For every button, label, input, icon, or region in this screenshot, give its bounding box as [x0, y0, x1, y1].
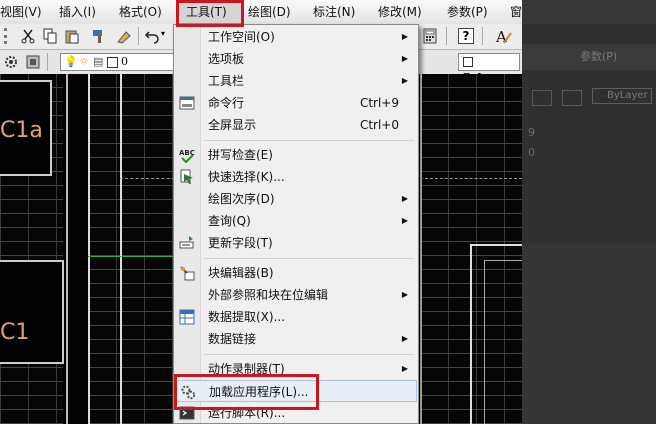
undo-dropdown-icon[interactable]: ▾: [161, 29, 165, 38]
submenu-arrow-icon: ▶: [401, 32, 408, 41]
menu-insert[interactable]: 插入(I): [59, 0, 96, 24]
menu-item-draw-order[interactable]: 绘图次序(D) ▶: [175, 188, 417, 210]
window-c1-outline: [0, 260, 64, 364]
green-line: [88, 256, 183, 257]
menu-dimension[interactable]: 标注(N): [313, 0, 355, 24]
spell-check-icon: ABC: [179, 147, 195, 164]
menu-item-action-recorder[interactable]: 动作录制器(T) ▶: [175, 358, 417, 380]
menu-item-workspace[interactable]: 工作空间(O) ▶: [175, 26, 417, 48]
color-combo[interactable]: ByLayer: [458, 53, 520, 84]
window-label-c1a: C1a: [0, 118, 43, 143]
panel-bottom: [522, 244, 656, 424]
submenu-arrow-icon: ▶: [401, 290, 408, 299]
command-line-icon: [179, 95, 195, 111]
wall-line: [120, 74, 122, 424]
window-label-c1: C1: [0, 320, 30, 345]
calculator-icon[interactable]: [422, 28, 438, 44]
menu-item-inquiry[interactable]: 查询(Q) ▶: [175, 210, 417, 232]
copy-icon[interactable]: [42, 28, 58, 44]
menu-item-update-fields[interactable]: 更新字段(T): [175, 232, 417, 254]
wall-line: [420, 74, 422, 424]
run-script-icon: [179, 405, 195, 421]
panel-icon: [532, 90, 552, 106]
menu-item-block-editor[interactable]: 块编辑器(B): [175, 262, 417, 284]
menu-item-load-application[interactable]: 加载应用程序(L)...: [175, 380, 417, 402]
center-line: [420, 178, 522, 180]
undo-icon[interactable]: [144, 28, 160, 44]
menu-item-fullscreen[interactable]: 全屏显示 Ctrl+0: [175, 114, 417, 136]
cut-icon[interactable]: [20, 28, 36, 44]
layer-thaw-icon: ☼: [79, 55, 89, 68]
paste-icon[interactable]: [64, 28, 80, 44]
wall-line: [88, 74, 90, 424]
wall-line: [66, 74, 68, 424]
menu-parameter[interactable]: 参数(P): [447, 0, 488, 24]
menu-item-data-links[interactable]: 数据链接 ▶: [175, 328, 417, 350]
quick-select-icon: [179, 169, 195, 185]
panel-icon: [562, 90, 582, 106]
match-properties-icon[interactable]: [92, 28, 108, 44]
text-style-icon[interactable]: A: [494, 27, 512, 46]
grip-icon: [4, 28, 8, 44]
layer-combo[interactable]: 💡 ☼ ▤ 0: [60, 53, 178, 71]
menu-item-data-extraction[interactable]: 数据提取(X)...: [175, 306, 417, 328]
layer-lock-icon: ▤: [93, 55, 104, 68]
menu-item-spell-check[interactable]: ABC 拼写检查(E): [175, 144, 417, 166]
menu-format[interactable]: 格式(O): [119, 0, 162, 24]
tools-dropdown-menu: 工作空间(O) ▶ 选项板 ▶ 工具栏 ▶ 命令行 Ctrl+9 全屏显示 Ctrl+0 …: [173, 24, 419, 424]
layer-states-icon[interactable]: [25, 54, 41, 70]
submenu-arrow-icon: ▶: [401, 334, 408, 343]
block-icon[interactable]: [116, 28, 132, 44]
color-swatch-icon: [463, 57, 473, 67]
load-application-icon: [180, 384, 196, 400]
panel-number: 0: [528, 146, 535, 159]
menu-draw[interactable]: 绘图(D): [248, 0, 291, 24]
menu-window[interactable]: 窗: [510, 0, 522, 24]
block-editor-icon: [179, 265, 195, 281]
layer-on-icon: 💡: [64, 55, 78, 68]
help-icon[interactable]: ?: [458, 28, 474, 44]
submenu-arrow-icon: ▶: [401, 194, 408, 203]
submenu-arrow-icon: ▶: [401, 54, 408, 63]
panel-number: 9: [528, 126, 535, 139]
menu-item-command-line[interactable]: 命令行 Ctrl+9: [175, 92, 417, 114]
submenu-arrow-icon: ▶: [401, 364, 408, 373]
menu-item-palettes[interactable]: 选项板 ▶: [175, 48, 417, 70]
brick-wall-mid: [88, 74, 183, 424]
right-panel: 参数(P) ByLayer 9 0: [522, 0, 656, 424]
submenu-arrow-icon: ▶: [401, 76, 408, 85]
submenu-arrow-icon: ▶: [401, 216, 408, 225]
window-right-inner: [484, 260, 522, 424]
panel-combo: ByLayer: [592, 88, 652, 104]
center-line: [120, 178, 180, 180]
layer-color-swatch: [107, 57, 118, 68]
menu-item-toolbars[interactable]: 工具栏 ▶: [175, 70, 417, 92]
settings-gear-icon[interactable]: [3, 54, 19, 70]
layer-name: 0: [121, 55, 128, 68]
panel-menu-text: 参数(P): [580, 50, 618, 63]
menu-item-quick-select[interactable]: 快速选择(K)...: [175, 166, 417, 188]
menu-item-xref-inplace-edit[interactable]: 外部参照和块在位编辑 ▶: [175, 284, 417, 306]
menu-item-run-script[interactable]: 运行脚本(R)...: [175, 402, 417, 423]
panel-menubar: [522, 0, 656, 24]
menu-tools[interactable]: 工具(T): [177, 0, 243, 24]
data-extraction-icon: [179, 309, 195, 325]
menu-bar: 视图(V) 插入(I) 格式(O) 工具(T) 绘图(D) 标注(N) 修改(M…: [0, 0, 522, 25]
menu-modify[interactable]: 修改(M): [378, 0, 422, 24]
update-field-icon: [179, 235, 195, 251]
menu-view[interactable]: 视图(V): [0, 0, 42, 24]
